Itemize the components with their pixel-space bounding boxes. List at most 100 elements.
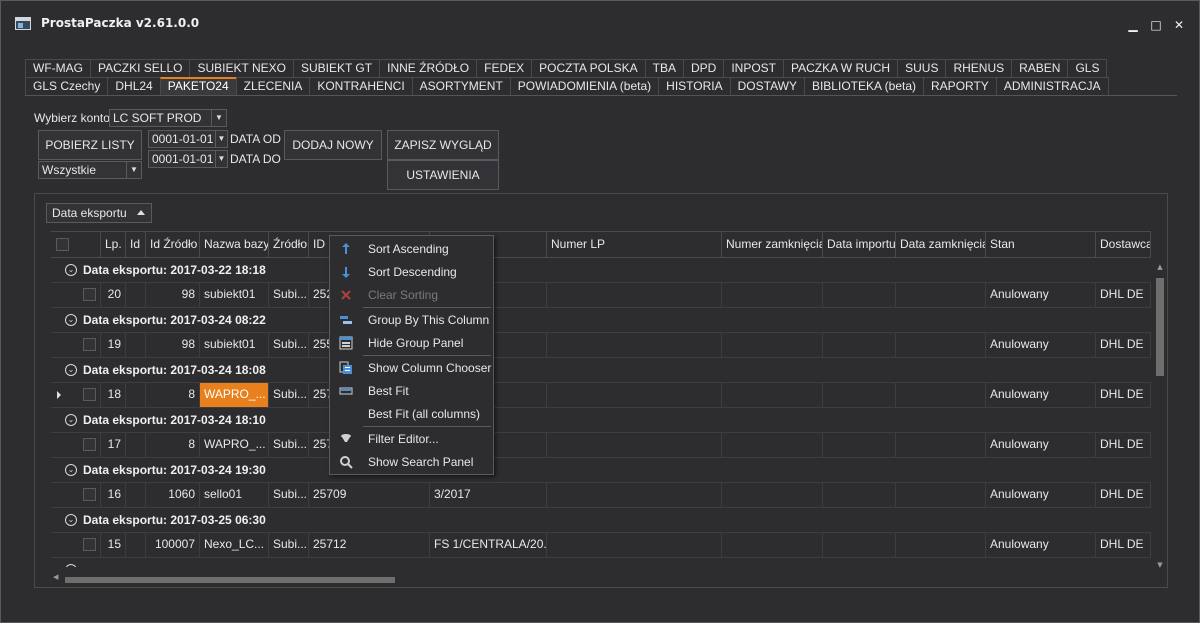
maximize-button[interactable]: □ <box>1148 17 1164 33</box>
tab-powiadomienia-beta[interactable]: POWIADOMIENIA (beta) <box>509 77 660 95</box>
horizontal-scrollbar[interactable]: ◀ <box>51 573 1151 585</box>
tab-fedex[interactable]: FEDEX <box>476 59 533 77</box>
tab-inpost[interactable]: INPOST <box>723 59 784 77</box>
menu-item-sort-ascending[interactable]: Sort Ascending <box>330 238 493 260</box>
tab-poczta-polska[interactable]: POCZTA POLSKA <box>531 59 646 77</box>
save-layout-button[interactable]: ZAPISZ WYGLĄD <box>387 130 499 160</box>
row-checkbox[interactable] <box>83 488 96 501</box>
collapse-group-icon[interactable]: ⌄ <box>65 314 77 326</box>
column-header-lp[interactable]: Lp. <box>101 232 126 258</box>
cell-numer-zamkniecia <box>722 333 823 357</box>
status-filter-select[interactable]: Wszystkie ▼ <box>38 161 142 179</box>
tab-subiekt-nexo[interactable]: SUBIEKT NEXO <box>189 59 294 77</box>
column-header-data-importu[interactable]: Data importu <box>823 232 896 258</box>
column-header-stan[interactable]: Stan <box>986 232 1096 258</box>
tab-zlecenia[interactable]: ZLECENIA <box>235 77 311 95</box>
menu-item-show-column-chooser[interactable]: Show Column Chooser <box>330 357 493 379</box>
column-header-zrodlo[interactable]: Źródło <box>269 232 309 258</box>
menu-item-show-search-panel[interactable]: Show Search Panel <box>330 451 493 473</box>
account-select[interactable]: LC SOFT PROD ▼ <box>109 109 227 127</box>
vertical-scroll-thumb[interactable] <box>1156 278 1164 376</box>
date-to-picker[interactable]: 0001-01-01 ▼ <box>148 150 228 168</box>
tab-suus[interactable]: SUUS <box>897 59 947 77</box>
menu-item-hide-group-panel[interactable]: Hide Group Panel <box>330 332 493 354</box>
group-row[interactable]: ⌄ Data eksportu: 2017-03-25 06:30 <box>51 508 1151 533</box>
tab-asortyment[interactable]: ASORTYMENT <box>411 77 511 95</box>
table-row[interactable]: 15 100007 Nexo_LC... Subi... 25712 FS 1/CENTR… <box>51 533 1151 558</box>
horizontal-scroll-thumb[interactable] <box>65 577 395 583</box>
close-button[interactable]: ✕ <box>1171 17 1187 33</box>
collapse-group-icon[interactable]: ⌄ <box>65 264 77 276</box>
table-row[interactable]: 16 1060 sello01 Subi... 25709 3/2017 Anulowany… <box>51 483 1151 508</box>
collapse-group-icon[interactable]: ⌄ <box>65 464 77 476</box>
column-header-id[interactable]: Id <box>126 232 146 258</box>
column-header-numer-zamkniecia[interactable]: Numer zamknięcia <box>722 232 823 258</box>
menu-item-best-fit[interactable]: Best Fit <box>330 380 493 402</box>
row-checkbox[interactable] <box>83 338 96 351</box>
tab-wf-mag[interactable]: WF-MAG <box>25 59 91 77</box>
table-row[interactable]: 17 8 WAPRO_... Subi... 257 Anulowany DHL DE <box>51 433 1151 458</box>
tab-inne-r-d-o[interactable]: INNE ŹRÓDŁO <box>379 59 478 77</box>
column-header-dostawca[interactable]: Dostawca <box>1096 232 1151 258</box>
tab-kontrahenci[interactable]: KONTRAHENCI <box>309 77 413 95</box>
row-checkbox[interactable] <box>83 438 96 451</box>
group-row[interactable]: ⌄ Data eksportu: 2017-03-24 18:10 <box>51 408 1151 433</box>
menu-item-best-fit-all-columns[interactable]: Best Fit (all columns) <box>330 403 493 425</box>
table-row[interactable]: 18 8 WAPRO_... Subi... 257 Anulowany DHL DE <box>51 383 1151 408</box>
row-checkbox[interactable] <box>83 288 96 301</box>
fetch-lists-button[interactable]: POBIERZ LISTY <box>38 130 142 160</box>
column-header-data-zamkniecia[interactable]: Data zamknięcia <box>896 232 986 258</box>
cell-id-c: 25712 <box>309 533 430 557</box>
vertical-scrollbar[interactable]: ▲ ▼ <box>1154 261 1166 571</box>
row-checkbox[interactable] <box>83 388 96 401</box>
cell-data-zamkniecia <box>896 533 986 557</box>
tab-dhl24[interactable]: DHL24 <box>107 77 161 95</box>
collapse-group-icon[interactable]: ⌄ <box>65 564 77 567</box>
column-header-numer-lp[interactable]: Numer LP <box>547 232 722 258</box>
group-row[interactable]: ⌄ Data eksportu: 2017-03-24 19:30 <box>51 458 1151 483</box>
tab-raporty[interactable]: RAPORTY <box>923 77 997 95</box>
menu-item-label: Sort Ascending <box>368 242 449 256</box>
tab-paczki-sello[interactable]: PACZKI SELLO <box>90 59 191 77</box>
collapse-group-icon[interactable]: ⌄ <box>65 364 77 376</box>
table-row[interactable]: 1998subiekt01Subi...255/2017AnulowanyDHL… <box>51 333 1151 358</box>
scroll-down-icon[interactable]: ▼ <box>1156 561 1164 569</box>
collapse-group-icon[interactable]: ⌄ <box>65 414 77 426</box>
select-all-column-header[interactable] <box>51 232 101 258</box>
scroll-up-icon[interactable]: ▲ <box>1156 263 1164 271</box>
minimize-button[interactable]: ▁ <box>1125 17 1141 33</box>
menu-item-filter-editor[interactable]: Filter Editor... <box>330 428 493 450</box>
tab-paczka-w-ruch[interactable]: PACZKA W RUCH <box>782 59 899 77</box>
settings-button[interactable]: USTAWIENIA <box>387 160 499 190</box>
menu-item-group-by-column[interactable]: Group By This Column <box>330 309 493 331</box>
tab-dpd[interactable]: DPD <box>682 59 725 77</box>
date-from-picker[interactable]: 0001-01-01 ▼ <box>148 130 228 148</box>
select-all-checkbox[interactable] <box>56 238 69 251</box>
tab-biblioteka-beta[interactable]: BIBLIOTEKA (beta) <box>803 77 925 95</box>
tab-tba[interactable]: TBA <box>644 59 684 77</box>
menu-item-clear-sorting[interactable]: Clear Sorting <box>330 284 493 306</box>
column-header-nazwa-bazy[interactable]: Nazwa bazy <box>200 232 269 258</box>
column-header-id-zrodlo[interactable]: Id Źródło <box>146 232 200 258</box>
tab-subiekt-gt[interactable]: SUBIEKT GT <box>292 59 381 77</box>
tab-historia[interactable]: HISTORIA <box>658 77 731 95</box>
group-row[interactable]: ⌄ Data eksportu: 2017-03-24 08:22 <box>51 308 1151 333</box>
row-checkbox[interactable] <box>83 538 96 551</box>
group-row[interactable]: ⌄ <box>51 558 1151 567</box>
tab-gls-czechy[interactable]: GLS Czechy <box>25 77 109 95</box>
collapse-group-icon[interactable]: ⌄ <box>65 514 77 526</box>
tab-gls[interactable]: GLS <box>1067 59 1108 77</box>
tab-rhenus[interactable]: RHENUS <box>945 59 1013 77</box>
add-new-button[interactable]: DODAJ NOWY <box>284 130 382 160</box>
tab-paketo24[interactable]: PAKETO24 <box>159 77 237 95</box>
table-row[interactable]: 2098subiekt01Subi...252/2017AnulowanyDHL… <box>51 283 1151 308</box>
tab-administracja[interactable]: ADMINISTRACJA <box>995 77 1109 95</box>
group-row[interactable]: ⌄ Data eksportu: 2017-03-24 18:08 <box>51 358 1151 383</box>
menu-item-sort-descending[interactable]: Sort Descending <box>330 261 493 283</box>
tab-raben[interactable]: RABEN <box>1011 59 1069 77</box>
scroll-left-icon[interactable]: ◀ <box>53 573 58 581</box>
group-by-chip[interactable]: Data eksportu <box>46 203 152 223</box>
group-row[interactable]: ⌄ Data eksportu: 2017-03-22 18:18 <box>51 258 1151 283</box>
cell-id <box>126 483 146 507</box>
tab-dostawy[interactable]: DOSTAWY <box>729 77 805 95</box>
